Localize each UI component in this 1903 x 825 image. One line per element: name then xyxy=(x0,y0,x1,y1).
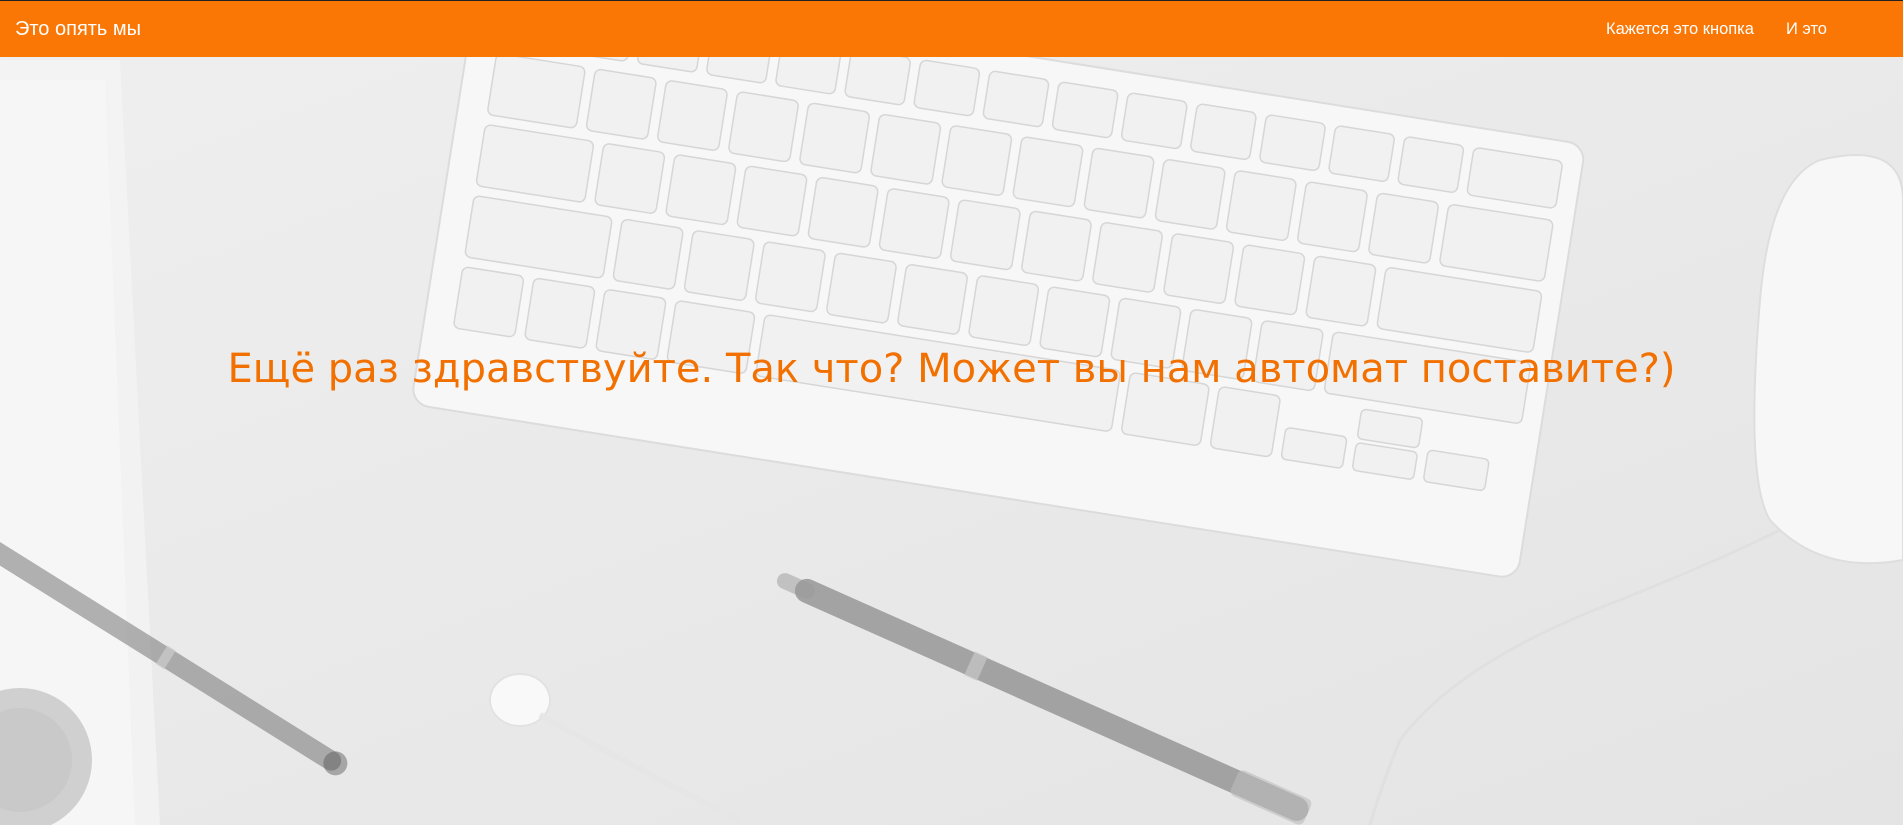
nav-link-button[interactable]: Кажется это кнопка xyxy=(1590,1,1770,57)
hero-headline: Ещё раз здравствуйте. Так что? Может вы … xyxy=(227,346,1676,392)
nav-link-this[interactable]: И это xyxy=(1770,1,1843,57)
hero-background xyxy=(0,0,1903,825)
top-navbar: Это опять мы Кажется это кнопка И это xyxy=(0,0,1903,57)
desk-background-image xyxy=(0,0,1903,825)
brand-link[interactable]: Это опять мы xyxy=(15,1,141,57)
nav-links: Кажется это кнопка И это xyxy=(1590,1,1843,57)
